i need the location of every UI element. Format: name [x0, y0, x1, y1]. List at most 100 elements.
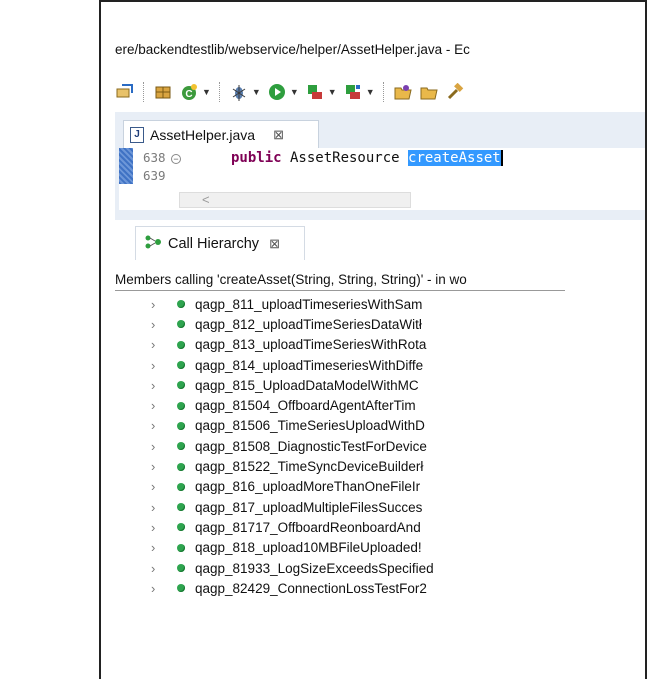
list-item[interactable]: › qagp_814_uploadTimeseriesWithDiffe [115, 355, 645, 375]
chevron-right-icon[interactable]: › [151, 561, 163, 576]
java-file-icon: J [130, 126, 144, 143]
editor-tab-assethelper[interactable]: J AssetHelper.java ⊠ [123, 120, 319, 148]
call-hierarchy-tab-label: Call Hierarchy [168, 235, 260, 252]
fold-toggle-icon[interactable]: − [171, 154, 181, 164]
chevron-down-icon[interactable]: ▼ [252, 87, 261, 97]
chevron-right-icon[interactable]: › [151, 378, 163, 393]
chevron-down-icon[interactable]: ▼ [202, 87, 211, 97]
public-method-icon [177, 401, 185, 410]
open-project-icon[interactable] [419, 82, 439, 102]
external-tools-icon[interactable] [343, 82, 363, 102]
method-name: qagp_81933_LogSizeExceedsSpecified [195, 560, 434, 576]
run-icon[interactable] [267, 82, 287, 102]
horizontal-scrollbar[interactable]: < [179, 192, 411, 208]
method-name: qagp_816_uploadMoreThanOneFileIr [195, 479, 421, 495]
close-icon[interactable]: ⊠ [269, 236, 280, 252]
chevron-right-icon[interactable]: › [151, 418, 163, 433]
method-name: qagp_81504_OffboardAgentAfterTim [195, 398, 416, 414]
tab-call-hierarchy[interactable]: Call Hierarchy ⊠ [135, 226, 305, 260]
public-method-icon [177, 300, 185, 309]
text-caret [500, 150, 503, 166]
keyword-public: public [231, 150, 282, 166]
method-name: qagp_81508_DiagnosticTestForDevice [195, 438, 427, 454]
public-method-icon [177, 421, 185, 430]
chevron-right-icon[interactable]: › [151, 479, 163, 494]
list-item[interactable]: › qagp_811_uploadTimeseriesWithSam [115, 294, 645, 314]
chevron-right-icon[interactable]: › [151, 337, 163, 352]
chevron-right-icon[interactable]: › [151, 297, 163, 312]
list-item[interactable]: › qagp_815_UploadDataModelWithMC [115, 375, 645, 395]
run-coverage-icon[interactable] [305, 82, 325, 102]
line-number: 639 [143, 168, 166, 183]
list-item[interactable]: › qagp_82429_ConnectionLossTestFor2 [115, 578, 645, 598]
list-item[interactable]: › qagp_812_uploadTimeSeriesDataWitł [115, 314, 645, 334]
list-item[interactable]: › qagp_813_uploadTimeSeriesWithRotа [115, 335, 645, 355]
open-folder-icon[interactable] [393, 82, 413, 102]
hammer-icon[interactable] [445, 82, 465, 102]
list-item[interactable]: › qagp_81508_DiagnosticTestForDevice [115, 436, 645, 456]
chevron-right-icon[interactable]: › [151, 540, 163, 555]
list-item[interactable]: › qagp_81522_TimeSyncDeviceBuilderł [115, 456, 645, 476]
public-method-icon [177, 564, 185, 572]
chevron-right-icon[interactable]: › [151, 358, 163, 373]
return-type: AssetResource [281, 150, 409, 166]
refactor-icon[interactable] [115, 82, 135, 102]
method-name: qagp_814_uploadTimeseriesWithDiffe [195, 357, 424, 373]
call-hierarchy-tree: › qagp_811_uploadTimeseriesWithSam › qagp_8… [115, 294, 645, 598]
public-method-icon [177, 442, 185, 451]
public-method-icon [177, 381, 185, 390]
close-icon[interactable]: ⊠ [273, 127, 284, 143]
editor-tab-label: AssetHelper.java [150, 126, 256, 143]
debug-icon[interactable] [229, 82, 249, 102]
method-name: qagp_811_uploadTimeseriesWithSam [195, 296, 423, 312]
list-item[interactable]: › qagp_81506_TimeSeriesUploadWithD [115, 416, 645, 436]
chevron-down-icon[interactable]: ▼ [366, 87, 375, 97]
list-item[interactable]: › qagp_81933_LogSizeExceedsSpecified [115, 558, 645, 578]
chevron-right-icon[interactable]: › [151, 398, 163, 413]
svg-text:C: C [185, 89, 192, 100]
chevron-right-icon[interactable]: › [151, 317, 163, 332]
chevron-right-icon[interactable]: › [151, 520, 163, 535]
code-line-638[interactable]: public AssetResource createAsset [231, 150, 503, 166]
method-name: qagp_818_upload10MBFileUploaded! [195, 540, 422, 556]
call-hierarchy-summary: Members calling 'createAsset(String, Str… [115, 272, 467, 287]
package-icon[interactable] [153, 82, 173, 102]
list-item[interactable]: › qagp_81504_OffboardAgentAfterTim [115, 395, 645, 415]
method-name: qagp_81506_TimeSeriesUploadWithD [195, 418, 425, 434]
line-number: 638 [143, 150, 166, 165]
chevron-right-icon[interactable]: › [151, 500, 163, 515]
list-item[interactable]: › qagp_818_upload10MBFileUploaded! [115, 538, 645, 558]
list-item[interactable]: › qagp_817_uploadMultipleFilesSucces [115, 497, 645, 517]
call-hierarchy-icon [144, 234, 162, 254]
new-class-icon[interactable]: C [179, 82, 199, 102]
list-item[interactable]: › qagp_816_uploadMoreThanOneFileIr [115, 477, 645, 497]
editor-area: J AssetHelper.java ⊠ 638 639 − public As… [115, 112, 645, 220]
chevron-right-icon[interactable]: › [151, 439, 163, 454]
eclipse-window: ere/backendtestlib/webservice/helper/Ass… [99, 0, 647, 679]
public-method-icon [177, 584, 185, 593]
scroll-left-icon[interactable]: < [202, 192, 210, 207]
selected-method-name[interactable]: createAsset [408, 150, 501, 166]
main-toolbar: C ▼ ▼ ▼ ▼ ▼ [115, 77, 645, 107]
public-method-icon [177, 320, 185, 329]
method-name: qagp_813_uploadTimeSeriesWithRotа [195, 337, 427, 353]
public-method-icon [177, 462, 185, 471]
toolbar-separator [382, 82, 385, 102]
method-name: qagp_81522_TimeSyncDeviceBuilderł [195, 459, 424, 475]
divider [115, 290, 565, 291]
list-item[interactable]: › qagp_81717_OffboardReonboardAnd [115, 517, 645, 537]
method-name: qagp_812_uploadTimeSeriesDataWitł [195, 316, 422, 332]
annotation-ruler [119, 148, 133, 184]
public-method-icon [177, 361, 185, 370]
chevron-down-icon[interactable]: ▼ [290, 87, 299, 97]
method-name: qagp_81717_OffboardReonboardAnd [195, 519, 421, 535]
chevron-down-icon[interactable]: ▼ [328, 87, 337, 97]
public-method-icon [177, 482, 185, 491]
public-method-icon [177, 503, 185, 512]
toolbar-separator [218, 82, 221, 102]
public-method-icon [177, 340, 185, 349]
window-title: ere/backendtestlib/webservice/helper/Ass… [115, 42, 470, 57]
chevron-right-icon[interactable]: › [151, 459, 163, 474]
chevron-right-icon[interactable]: › [151, 581, 163, 596]
code-editor[interactable]: 638 639 − public AssetResource createAss… [119, 148, 645, 210]
